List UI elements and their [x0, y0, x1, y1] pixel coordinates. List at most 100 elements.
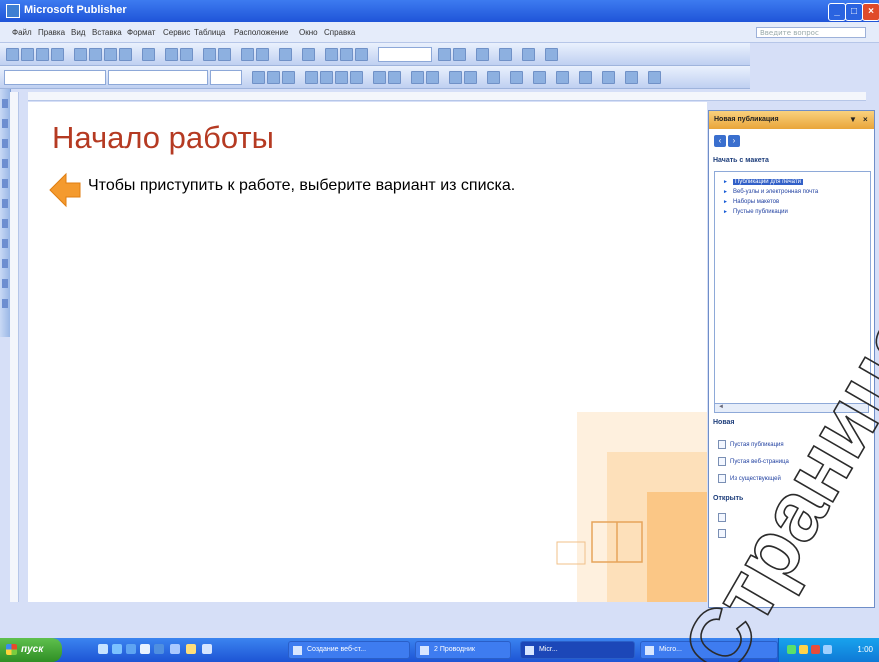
quicklaunch-word-icon[interactable] — [170, 644, 180, 654]
special-chars-icon[interactable] — [325, 48, 338, 61]
menu-edit[interactable]: Правка — [38, 28, 65, 37]
fill-color-icon[interactable] — [487, 71, 500, 84]
increase-indent-icon[interactable] — [426, 71, 439, 84]
maximize-button[interactable]: □ — [845, 3, 863, 21]
line-style-icon[interactable] — [556, 71, 569, 84]
text-box-tool-icon[interactable] — [2, 119, 8, 128]
bullets-icon[interactable] — [388, 71, 401, 84]
numbering-icon[interactable] — [373, 71, 386, 84]
forward-icon[interactable]: › — [728, 135, 740, 147]
quicklaunch-desktop-icon[interactable] — [112, 644, 122, 654]
menu-help[interactable]: Справка — [324, 28, 355, 37]
security-icon[interactable] — [811, 645, 820, 654]
hyperlink-icon[interactable] — [302, 48, 315, 61]
menu-format[interactable]: Формат — [127, 28, 155, 37]
web-icon[interactable] — [499, 48, 512, 61]
table-tool-icon[interactable] — [2, 139, 8, 148]
language-icon[interactable] — [823, 645, 832, 654]
wordart-tool-icon[interactable] — [2, 159, 8, 168]
dash-style-icon[interactable] — [579, 71, 592, 84]
quicklaunch-email-icon[interactable] — [126, 644, 136, 654]
hotspot-tool-icon[interactable] — [2, 299, 8, 308]
format-painter-icon[interactable] — [142, 48, 155, 61]
print-icon[interactable] — [51, 48, 64, 61]
line-tool-icon[interactable] — [2, 199, 8, 208]
bring-front-icon[interactable] — [203, 48, 216, 61]
help-icon[interactable] — [476, 48, 489, 61]
taskbar-button-publisher[interactable]: Micr... — [520, 641, 635, 659]
menu-insert[interactable]: Вставка — [92, 28, 122, 37]
insert-table-icon[interactable] — [241, 48, 254, 61]
open-icon[interactable] — [21, 48, 34, 61]
taskbar-button-office[interactable]: Micro... — [640, 641, 778, 659]
copy-icon[interactable] — [104, 48, 117, 61]
line-color-icon[interactable] — [510, 71, 523, 84]
redo-icon[interactable] — [180, 48, 193, 61]
picture-tool-icon[interactable] — [2, 179, 8, 188]
new-icon[interactable] — [6, 48, 19, 61]
menu-view[interactable]: Вид — [71, 28, 85, 37]
align-right-icon[interactable] — [335, 71, 348, 84]
font-size-select[interactable] — [210, 70, 242, 85]
preview-icon[interactable] — [522, 48, 535, 61]
decrease-indent-icon[interactable] — [411, 71, 424, 84]
oval-tool-icon[interactable] — [2, 239, 8, 248]
spelling-icon[interactable] — [74, 48, 87, 61]
help-search-input[interactable]: Введите вопрос — [756, 27, 866, 38]
columns-icon[interactable] — [279, 48, 292, 61]
justify-icon[interactable] — [350, 71, 363, 84]
insert-picture-icon[interactable] — [256, 48, 269, 61]
volume-icon[interactable] — [799, 645, 808, 654]
menu-table[interactable]: Таблица — [194, 28, 225, 37]
taskbar-button-web[interactable]: Создание веб-ст... — [288, 641, 410, 659]
font-size-down-icon[interactable] — [449, 71, 462, 84]
new-blank-webpage-link[interactable]: Пустая веб-страница — [718, 457, 789, 466]
arrow-tool-icon[interactable] — [2, 219, 8, 228]
menu-tools[interactable]: Сервис — [163, 28, 190, 37]
arrow-style-icon[interactable] — [602, 71, 615, 84]
paste-icon[interactable] — [119, 48, 132, 61]
network-icon[interactable] — [787, 645, 796, 654]
quicklaunch-folder-icon[interactable] — [186, 644, 196, 654]
quicklaunch-ie-icon[interactable] — [98, 644, 108, 654]
task-pane-menu-icon[interactable]: ▼ — [849, 115, 857, 124]
list-item-blank-publications[interactable]: Пустые публикации — [723, 209, 788, 215]
pictures-icon[interactable] — [355, 48, 368, 61]
taskbar-button-explorer[interactable]: 2 Проводник — [415, 641, 511, 659]
send-back-icon[interactable] — [218, 48, 231, 61]
save-icon[interactable] — [36, 48, 49, 61]
new-blank-publication-link[interactable]: Пустая публикация — [718, 440, 784, 449]
list-item-print-publications[interactable]: Публикации для печати — [723, 179, 803, 185]
vertical-ruler[interactable] — [10, 92, 19, 602]
back-icon[interactable]: ‹ — [714, 135, 726, 147]
list-horizontal-scrollbar[interactable]: ◄ — [714, 403, 869, 413]
font-size-up-icon[interactable] — [464, 71, 477, 84]
underline-icon[interactable] — [282, 71, 295, 84]
quicklaunch-explorer-icon[interactable] — [154, 644, 164, 654]
quicklaunch-media-icon[interactable] — [140, 644, 150, 654]
zoom-in-icon[interactable] — [453, 48, 466, 61]
menu-file[interactable]: Файл — [12, 28, 32, 37]
font-color-icon[interactable] — [533, 71, 546, 84]
start-button[interactable]: пуск — [0, 638, 62, 662]
new-from-existing-link[interactable]: Из существующей — [718, 474, 781, 483]
minimize-button[interactable]: _ — [828, 3, 846, 21]
style-select[interactable] — [4, 70, 106, 85]
publisher-app-icon[interactable] — [6, 4, 20, 18]
rectangle-tool-icon[interactable] — [2, 259, 8, 268]
shadow-icon[interactable] — [625, 71, 638, 84]
menu-arrange[interactable]: Расположение — [234, 28, 288, 37]
task-pane-close-icon[interactable]: × — [863, 115, 868, 124]
horizontal-ruler[interactable] — [28, 92, 866, 101]
bold-icon[interactable] — [252, 71, 265, 84]
options-icon[interactable] — [545, 48, 558, 61]
italic-icon[interactable] — [267, 71, 280, 84]
zoom-select[interactable] — [378, 47, 432, 62]
select-tool-icon[interactable] — [2, 99, 8, 108]
autoshapes-tool-icon[interactable] — [2, 279, 8, 288]
font-select[interactable] — [108, 70, 208, 85]
open-file-link[interactable] — [718, 513, 730, 522]
cut-icon[interactable] — [89, 48, 102, 61]
close-button[interactable]: × — [862, 3, 879, 21]
list-item-web-email[interactable]: Веб-узлы и электронная почта — [723, 189, 818, 195]
